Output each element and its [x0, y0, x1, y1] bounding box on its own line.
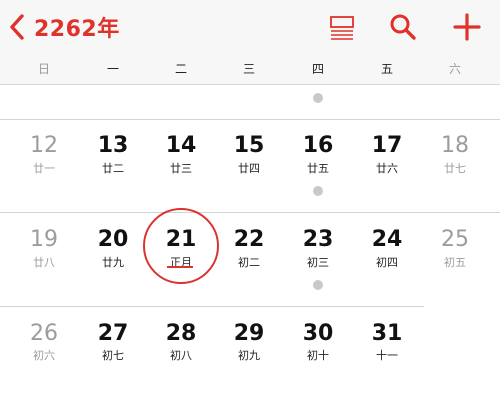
day-cell-25[interactable]: 25 初五 — [420, 227, 490, 307]
today-underline — [167, 266, 193, 268]
lunar-date: 廿七 — [444, 162, 466, 175]
day-number: 17 — [371, 133, 403, 158]
lunar-date: 初三 — [307, 256, 329, 269]
day-cell-13[interactable]: 13 廿二 — [78, 133, 148, 213]
day-cell-23[interactable]: 23 初三 — [283, 227, 353, 307]
day-cell-26[interactable]: 26 初六 — [9, 321, 79, 401]
year-label: 2262年 — [34, 17, 120, 42]
lunar-date: 初五 — [444, 256, 466, 269]
day-number: 19 — [30, 227, 58, 252]
day-number: 22 — [233, 227, 265, 252]
lunar-date: 初二 — [238, 256, 260, 269]
navigation-bar: 2262年 — [0, 0, 500, 55]
weekday-wednesday: 三 — [242, 62, 255, 76]
day-cell-15[interactable]: 15 廿四 — [214, 133, 284, 213]
weekday-sunday: 日 — [37, 62, 50, 76]
day-number: 24 — [371, 227, 403, 252]
lunar-date: 十一 — [376, 349, 398, 362]
lunar-date: 初四 — [376, 256, 398, 269]
day-number: 12 — [30, 133, 58, 158]
event-dot — [313, 280, 323, 290]
day-number: 27 — [97, 321, 129, 346]
day-number: 23 — [302, 227, 334, 252]
day-cell-20[interactable]: 20 廿九 — [78, 227, 148, 307]
weekday-header: 日 一 二 三 四 五 六 — [0, 55, 500, 85]
day-number: 30 — [302, 321, 334, 346]
lunar-date: 初六 — [33, 349, 55, 362]
day-number: 16 — [302, 133, 334, 158]
day-number: 31 — [371, 321, 403, 346]
lunar-date: 初九 — [238, 349, 260, 362]
day-number: 29 — [233, 321, 265, 346]
plus-icon — [453, 13, 481, 41]
lunar-date: 廿九 — [102, 256, 124, 269]
day-cell-28[interactable]: 28 初八 — [146, 321, 216, 401]
week-divider — [0, 212, 500, 213]
week-divider — [0, 119, 500, 120]
add-event-button[interactable] — [452, 12, 482, 42]
day-number: 21 — [165, 227, 197, 252]
search-button[interactable] — [388, 12, 418, 42]
day-cell-14[interactable]: 14 廿三 — [146, 133, 216, 213]
weekday-monday: 一 — [106, 62, 119, 76]
day-cell-27[interactable]: 27 初七 — [78, 321, 148, 401]
lunar-date: 廿四 — [238, 162, 260, 175]
lunar-date: 廿八 — [33, 256, 55, 269]
event-dot — [313, 93, 323, 103]
day-number: 18 — [441, 133, 469, 158]
day-cell-19[interactable]: 19 廿八 — [9, 227, 79, 307]
day-number: 25 — [441, 227, 469, 252]
lunar-date: 廿二 — [102, 162, 124, 175]
day-cell-17[interactable]: 17 廿六 — [352, 133, 422, 213]
day-cell-30[interactable]: 30 初十 — [283, 321, 353, 401]
lunar-date: 初十 — [307, 349, 329, 362]
weekday-tuesday: 二 — [174, 62, 187, 76]
list-view-button[interactable] — [327, 12, 357, 42]
lunar-date: 初八 — [170, 349, 192, 362]
day-cell-31[interactable]: 31 十一 — [352, 321, 422, 401]
day-cell-29[interactable]: 29 初九 — [214, 321, 284, 401]
weekday-thursday: 四 — [311, 62, 324, 76]
week-divider — [0, 306, 424, 307]
weekday-saturday: 六 — [448, 62, 461, 76]
lunar-date: 廿一 — [33, 162, 55, 175]
day-number: 28 — [165, 321, 197, 346]
back-to-year-button[interactable]: 2262年 — [8, 10, 120, 44]
day-number: 20 — [97, 227, 129, 252]
search-icon — [390, 14, 416, 40]
list-view-icon — [330, 16, 354, 40]
day-number: 26 — [30, 321, 58, 346]
weekday-friday: 五 — [380, 62, 393, 76]
lunar-date: 廿三 — [170, 162, 192, 175]
lunar-date: 廿六 — [376, 162, 398, 175]
day-number: 13 — [97, 133, 129, 158]
day-cell-24[interactable]: 24 初四 — [352, 227, 422, 307]
day-cell-12[interactable]: 12 廿一 — [9, 133, 79, 213]
day-cell-18[interactable]: 18 廿七 — [420, 133, 490, 213]
day-cell-16[interactable]: 16 廿五 — [283, 133, 353, 213]
day-number: 14 — [165, 133, 197, 158]
day-number: 15 — [233, 133, 265, 158]
lunar-date: 初七 — [102, 349, 124, 362]
day-cell-22[interactable]: 22 初二 — [214, 227, 284, 307]
event-dot — [313, 186, 323, 196]
chevron-left-icon — [10, 14, 24, 40]
lunar-date: 廿五 — [307, 162, 329, 175]
